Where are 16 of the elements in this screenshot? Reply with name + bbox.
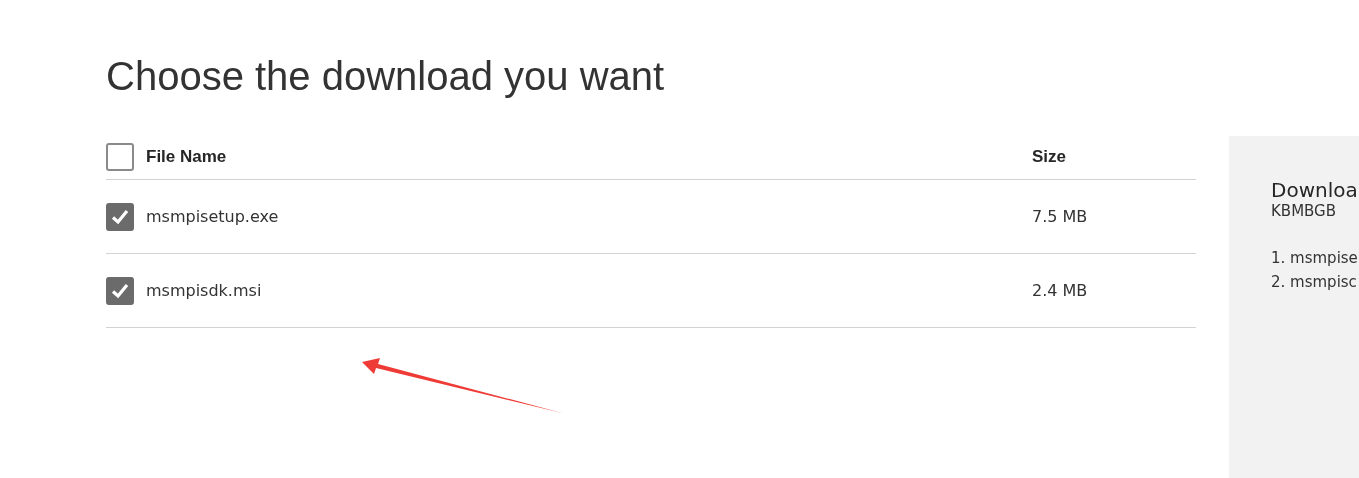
checkbox[interactable] [106,142,134,171]
checkbox[interactable] [106,202,134,231]
list-item: 2. msmpisc [1271,272,1358,293]
file-name: msmpisetup.exe [146,207,280,226]
checkmark-icon [111,282,129,299]
page-heading: Choose the download you want [106,53,666,100]
column-header: File Name [146,146,227,167]
file-size: 2.4 MB [1032,281,1089,300]
checkbox[interactable] [106,276,134,305]
panel-title: Downloa [1271,178,1359,202]
list-item: 1. msmpise [1271,248,1359,269]
column-header: Size [1032,146,1067,166]
panel-subtitle: KBMBGB [1271,202,1337,220]
file-name: msmpisdk.msi [146,281,263,300]
file-size: 7.5 MB [1032,207,1089,226]
checkmark-icon [111,208,129,225]
